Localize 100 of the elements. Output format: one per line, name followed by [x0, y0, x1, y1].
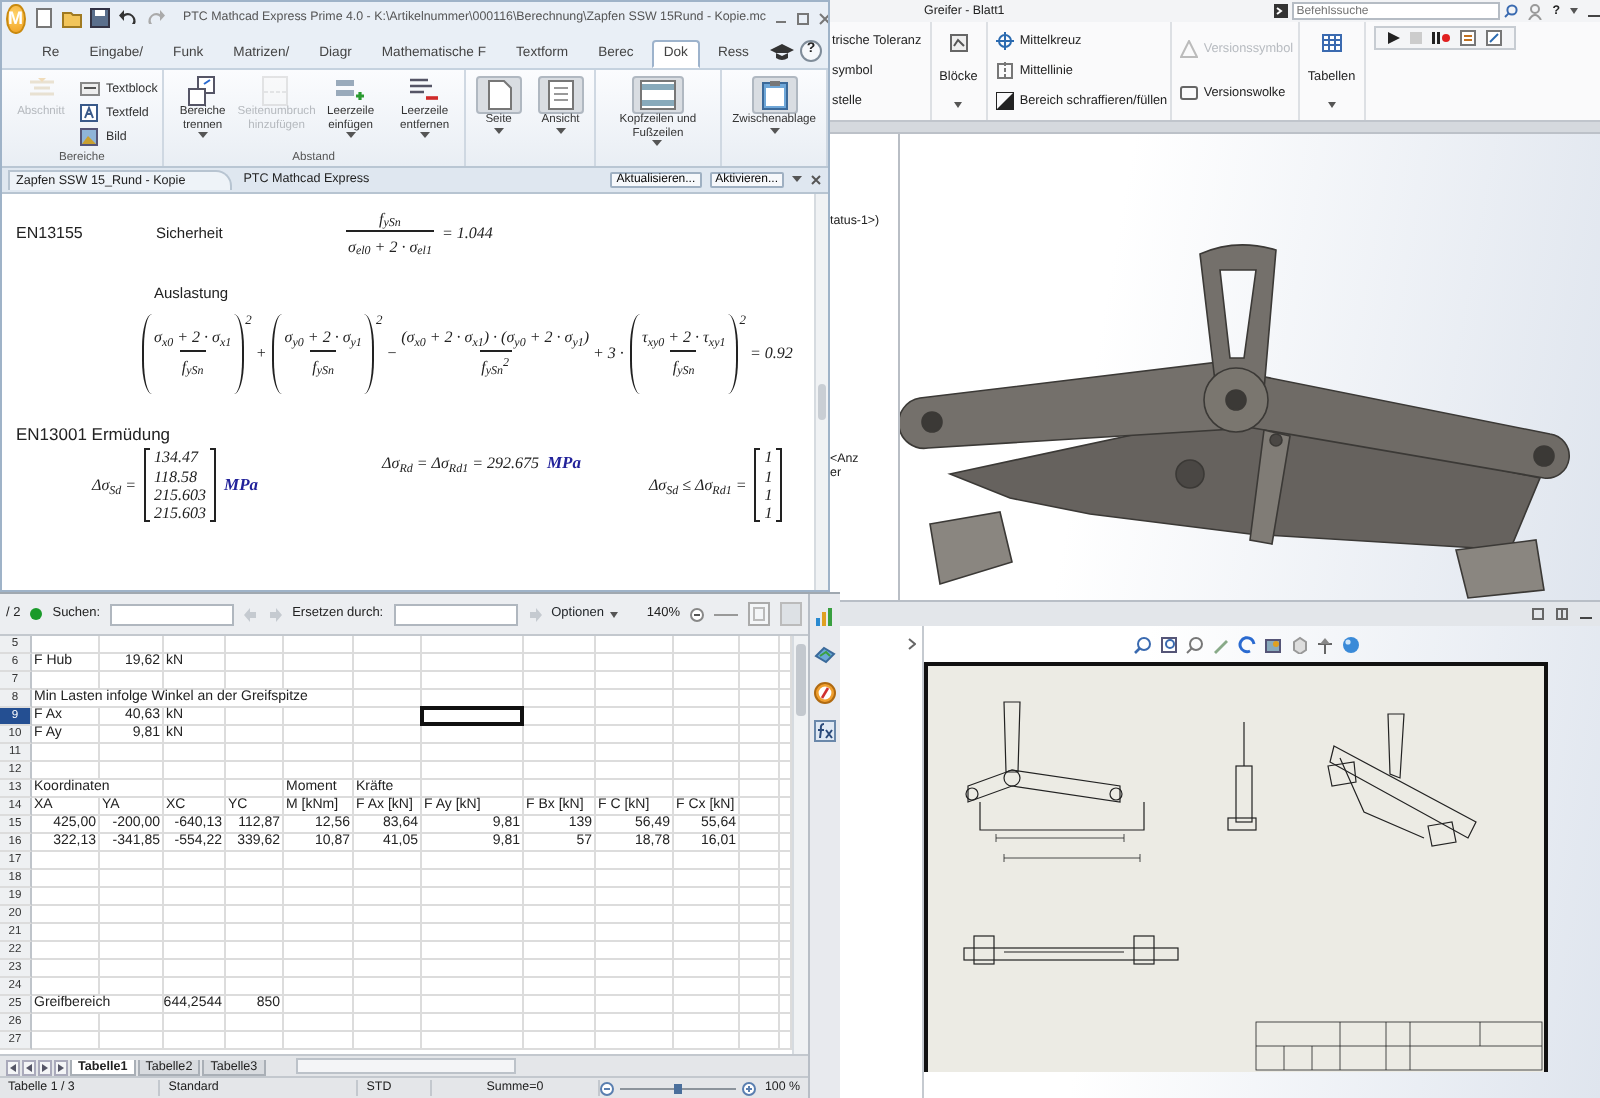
- cloud-icon: [1179, 84, 1198, 103]
- numerator: (σ$_{x0}$ + 2 · σ$_{x1}$) · (σ$_{y0}$ + 2 · σ$_{y1}$): [401, 328, 590, 348]
- matrix-value: 215.603: [154, 485, 207, 504]
- caret-icon[interactable]: [954, 101, 963, 108]
- denominator: f$_{ySn}$: [179, 349, 206, 378]
- lamp-icon[interactable]: [1316, 636, 1334, 654]
- macro-edit-icon[interactable]: [1485, 30, 1502, 46]
- chart-icon[interactable]: [814, 606, 836, 628]
- text-block-icon: [80, 80, 100, 100]
- zoom-area-icon[interactable]: [1160, 636, 1178, 654]
- caret-icon[interactable]: [555, 127, 566, 134]
- previous-icon[interactable]: [244, 607, 259, 621]
- caret-icon[interactable]: [197, 132, 208, 139]
- zoom-out-icon[interactable]: [600, 1081, 615, 1095]
- slider-track-icon: [714, 611, 738, 617]
- caret-icon[interactable]: [652, 140, 663, 147]
- result: = 0.92: [749, 344, 793, 363]
- macro-icon[interactable]: [1459, 30, 1476, 46]
- caret-icon[interactable]: [792, 176, 802, 183]
- scrollbar-thumb[interactable]: [818, 384, 826, 420]
- table-icon: [1321, 34, 1342, 53]
- folder-icon[interactable]: [61, 8, 81, 28]
- sheet-nav-icon[interactable]: [22, 1060, 36, 1076]
- warning-icon: [1179, 39, 1198, 58]
- scrollbar-thumb[interactable]: [796, 644, 806, 716]
- denominator: σ$_{el0}$ + 2 · σ$_{el1}$: [346, 229, 434, 259]
- replace-field[interactable]: [393, 603, 518, 625]
- side-view-drawing: [1227, 721, 1257, 831]
- section-heading: EN13001 Ermüdung: [16, 425, 171, 445]
- operator: −: [386, 344, 398, 363]
- denominator: f$_{ySn}$: [670, 349, 697, 378]
- formula-label: Δσ$_{Sd}$ ≤ Δσ$_{Rd1}$ =: [648, 476, 747, 495]
- caret-icon[interactable]: [769, 127, 780, 134]
- numerator: τ$_{xy0}$ + 2 · τ$_{xy1}$: [641, 328, 726, 348]
- page-icon: [483, 80, 514, 110]
- insert-line-icon: [334, 76, 367, 106]
- center-mark-icon: [995, 32, 1014, 50]
- appearance-icon[interactable]: [1264, 636, 1282, 654]
- remove-line-icon: [408, 76, 441, 106]
- user-icon[interactable]: [1528, 3, 1543, 19]
- page-view-icon[interactable]: [748, 602, 770, 626]
- play-icon[interactable]: [1387, 32, 1400, 44]
- result: = 1.044: [441, 224, 493, 244]
- matrix-value: 134.47: [154, 448, 201, 468]
- stop-icon[interactable]: [1409, 32, 1422, 44]
- formula-label: Δσ$_{Sd}$ =: [92, 476, 137, 495]
- close-icon[interactable]: [818, 11, 828, 25]
- redo-icon[interactable]: [145, 8, 165, 28]
- horizontal-scrollbar[interactable]: [295, 1058, 516, 1074]
- new-document-icon[interactable]: [33, 8, 53, 28]
- chevron-right-icon[interactable]: [908, 638, 916, 650]
- caret-icon[interactable]: [1570, 8, 1578, 14]
- sheet-nav-icon[interactable]: [6, 1060, 20, 1076]
- matrix-value: 118.58: [154, 467, 199, 486]
- undo-icon[interactable]: [117, 8, 137, 28]
- navigator-icon[interactable]: [814, 644, 836, 666]
- zoom-slider-thumb[interactable]: [674, 1083, 683, 1093]
- formula: Δσ$_{Rd}$ = Δσ$_{Rd1}$ = 292.675: [382, 454, 539, 475]
- hatch-icon: [995, 92, 1014, 110]
- sheet-nav-icon[interactable]: [38, 1060, 52, 1076]
- compass-icon[interactable]: [814, 682, 836, 704]
- numerator: f$_{ySn}$: [379, 209, 401, 228]
- caret-icon[interactable]: [419, 132, 430, 139]
- split-pane-icon[interactable]: [1532, 608, 1544, 620]
- search-field[interactable]: [110, 603, 235, 625]
- status-icon: [30, 608, 43, 620]
- save-icon[interactable]: [89, 8, 109, 28]
- zoom-to-fit-icon[interactable]: [1134, 636, 1152, 654]
- split-pane-icon[interactable]: [1556, 608, 1568, 620]
- sphere-icon[interactable]: [1342, 636, 1360, 654]
- zoom-out-icon[interactable]: [690, 607, 704, 621]
- caret-icon[interactable]: [493, 127, 504, 134]
- unit: MPa: [224, 475, 259, 496]
- pencil-icon[interactable]: [1212, 636, 1230, 654]
- numerator: σ$_{x0}$ + 2 · σ$_{x1}$: [154, 328, 232, 348]
- operator: + 3 ·: [593, 344, 624, 363]
- graduation-cap-icon[interactable]: [770, 41, 794, 61]
- matrix-value: 1: [764, 467, 773, 486]
- block-icon: [949, 34, 968, 53]
- caret-icon: [610, 611, 619, 617]
- clipboard-icon: [759, 80, 790, 110]
- book-view-icon[interactable]: [780, 602, 802, 626]
- zoom-icon[interactable]: [1186, 636, 1204, 654]
- sheet-nav-icon[interactable]: [54, 1060, 68, 1076]
- next-icon[interactable]: [268, 607, 283, 621]
- zoom-in-icon[interactable]: [742, 1081, 757, 1095]
- maximize-icon[interactable]: [796, 11, 811, 25]
- caret-icon[interactable]: [345, 132, 356, 139]
- denominator: f$_{ySn}$: [310, 349, 337, 378]
- numerator: σ$_{y0}$ + 2 · σ$_{y1}$: [284, 328, 362, 348]
- rotate-icon[interactable]: [1238, 636, 1256, 654]
- cube-icon[interactable]: [1290, 636, 1308, 654]
- pause-record-icon[interactable]: [1431, 32, 1450, 44]
- matrix-value: 1: [764, 503, 773, 523]
- replace-icon[interactable]: [527, 607, 542, 621]
- function-icon[interactable]: [814, 720, 836, 742]
- matrix-value: 1: [764, 448, 773, 468]
- close-icon[interactable]: [810, 173, 822, 186]
- caret-icon[interactable]: [1327, 101, 1336, 108]
- operator: +: [255, 344, 267, 363]
